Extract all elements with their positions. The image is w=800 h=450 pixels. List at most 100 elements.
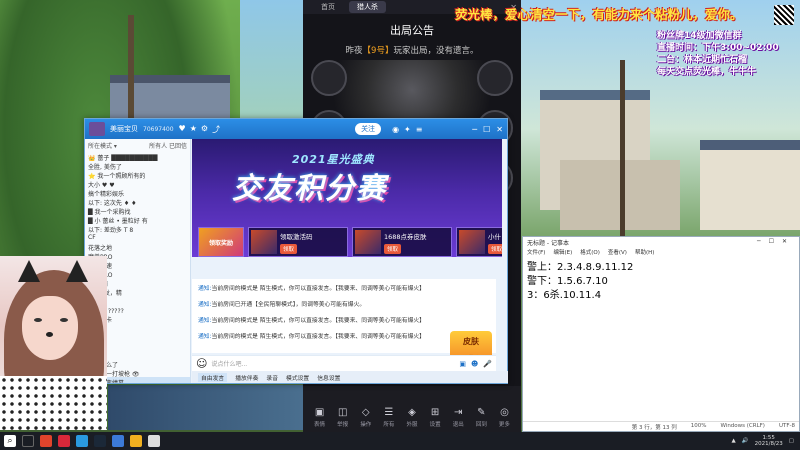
menu-item[interactable]: 查看(V) bbox=[608, 248, 627, 256]
notepad-line: 3：6杀.10.11.4 bbox=[527, 290, 602, 301]
notice-highlight: 【9号】 bbox=[362, 46, 394, 56]
toolbar-item[interactable]: 播放伴奏 bbox=[235, 373, 258, 382]
maximize-icon[interactable]: ☐ bbox=[483, 125, 490, 134]
app-icon[interactable] bbox=[76, 435, 88, 447]
sidebar-item[interactable]: 以下: 差劲多 T 8 bbox=[85, 224, 190, 233]
notification-icon[interactable]: ▢ bbox=[789, 438, 794, 444]
app-icon[interactable] bbox=[130, 435, 142, 447]
sidebar-item[interactable]: ⭐ 我一个照顾所有的 bbox=[85, 170, 190, 179]
app-icon[interactable] bbox=[40, 435, 52, 447]
phone-action-button[interactable]: ◇ 操作 bbox=[355, 407, 376, 428]
sidebar-item[interactable]: █ 我一个采购找 bbox=[85, 206, 190, 215]
promo-thumbnail bbox=[251, 230, 277, 254]
phone-action-button[interactable]: ⇥ 退出 bbox=[448, 407, 469, 428]
notepad-statusbar: 第 3 行，第 13 列 100% Windows (CRLF) UTF-8 bbox=[523, 421, 799, 431]
phone-action-button[interactable]: ▣ 表情 bbox=[309, 407, 330, 428]
window-controls[interactable]: ─☐✕ bbox=[757, 238, 795, 246]
game-icon[interactable]: ◉ bbox=[392, 125, 399, 134]
phone-action-label: 回到 bbox=[475, 422, 487, 428]
menu-item[interactable]: 编辑(E) bbox=[553, 248, 572, 256]
room-toolbar: 自由发言 播放伴奏 录音 模式设置 信息设置 bbox=[192, 371, 508, 383]
player-seat[interactable] bbox=[311, 60, 347, 96]
emoji-icon[interactable]: ☺ bbox=[196, 357, 207, 370]
toolbar-item[interactable]: 录音 bbox=[266, 373, 278, 382]
sidebar-item[interactable]: █ 小 蕾丝 • 墨粒好 有 bbox=[85, 215, 190, 224]
phone-action-button[interactable]: ✎ 回到 bbox=[471, 407, 492, 428]
menu-item[interactable]: 格式(O) bbox=[580, 248, 600, 256]
toolbar-item[interactable]: 信息设置 bbox=[317, 373, 340, 382]
promo-card[interactable]: 1688点券皮肤 领取 bbox=[352, 227, 452, 257]
announcement-title: 出局公告 bbox=[390, 24, 434, 37]
search-icon[interactable]: ⌕ bbox=[4, 435, 16, 447]
phone-action-button[interactable]: ☰ 所有 bbox=[378, 407, 399, 428]
mode-selector[interactable]: 所在模式 ▾ bbox=[88, 141, 117, 150]
claim-button[interactable]: 领取 bbox=[488, 243, 502, 254]
app-icon[interactable] bbox=[58, 435, 70, 447]
gift-icon[interactable]: ✦ bbox=[404, 125, 411, 134]
star-icon[interactable]: ★ bbox=[190, 124, 197, 135]
minimize-icon[interactable]: ─ bbox=[472, 125, 477, 134]
promo-title: 交友积分赛 bbox=[232, 171, 388, 205]
notepad-text[interactable]: 警上：2.3.4.8.9.11.12 警下：1.5.6.7.10 3：6杀.10.1… bbox=[523, 257, 799, 307]
steam-icon[interactable] bbox=[94, 435, 106, 447]
sidebar-item[interactable]: 全胜, 美伤了 bbox=[85, 161, 190, 170]
close-icon[interactable]: ✕ bbox=[496, 125, 503, 134]
sidebar-filter[interactable]: 所有人 已回信 bbox=[149, 141, 187, 150]
promo-banner[interactable]: 2021星光盛典 交友积分赛 领取奖励 领取激活码 领取 1688点券皮肤 领取 小什 领取 bbox=[192, 139, 502, 257]
heart-icon[interactable]: ♥ bbox=[179, 124, 186, 135]
promo-card-title: 1688点券皮肤 bbox=[384, 232, 427, 241]
chat-input[interactable]: 说点什么吧... bbox=[211, 359, 247, 368]
room-avatar[interactable] bbox=[89, 122, 105, 136]
phone-action-button[interactable]: ◈ 外服 bbox=[401, 407, 422, 428]
background-house bbox=[700, 140, 800, 230]
claim-button[interactable]: 领取 bbox=[384, 243, 402, 254]
message-tag: 通知: bbox=[198, 302, 212, 308]
sidebar-item[interactable]: 搞个精彩娱乐 bbox=[85, 188, 190, 197]
chat-message: 通知:当前房间的模式是 陌生模式，你可以直接发言。【我要来、同调等美心可能有爆火… bbox=[198, 331, 490, 340]
sidebar-item[interactable]: 大小 ♥ ♥ bbox=[85, 179, 190, 188]
sidebar-item[interactable]: 花落之地 bbox=[85, 242, 190, 251]
notepad-icon[interactable] bbox=[148, 435, 160, 447]
message-text: 当前房间已开通【全民陪聊模式】，同调等美心可能有爆火。 bbox=[211, 302, 366, 308]
phone-action-button[interactable]: ◎ 更多 bbox=[494, 407, 515, 428]
notice-suffix: 玩家出局，没有遗言。 bbox=[393, 46, 479, 56]
menu-item[interactable]: 帮助(H) bbox=[635, 248, 654, 256]
clock[interactable]: 1:55 2021/8/23 bbox=[755, 435, 783, 447]
toolbar-item[interactable]: 模式设置 bbox=[286, 373, 309, 382]
sidebar-item[interactable]: 👑 蕾子 ██████████ bbox=[85, 152, 190, 161]
status-item: 第 3 行，第 13 列 bbox=[631, 425, 677, 431]
player-seat[interactable] bbox=[477, 60, 513, 96]
notice-prefix: 昨夜 bbox=[345, 46, 363, 56]
phone-action-button[interactable]: ◫ 举报 bbox=[332, 407, 353, 428]
menu-icon[interactable]: ≡ bbox=[416, 125, 423, 134]
toolbar-item[interactable]: 自由发言 bbox=[198, 372, 228, 382]
task-view-icon[interactable] bbox=[22, 435, 34, 447]
volume-icon[interactable]: 🔊 bbox=[742, 438, 749, 444]
notepad-line: 警上：2.3.4.8.9.11.12 bbox=[527, 262, 634, 273]
claim-button[interactable]: 领取 bbox=[280, 243, 298, 254]
sidebar-item[interactable]: CF bbox=[85, 233, 190, 242]
notepad-line: 警下：1.5.6.7.10 bbox=[527, 276, 608, 287]
promo-card-text: 小什 领取 bbox=[488, 231, 502, 254]
gear-icon[interactable]: ⚙ bbox=[201, 124, 208, 135]
system-tray: ▲ 🔊 1:55 2021/8/23 ▢ bbox=[732, 435, 800, 447]
tab-home[interactable]: 首页 bbox=[313, 1, 343, 13]
tab-room[interactable]: 猎人杀 bbox=[349, 1, 386, 13]
promo-card[interactable]: 领取奖励 bbox=[198, 227, 244, 257]
follow-button[interactable]: 关注 bbox=[355, 123, 382, 135]
app-icon[interactable] bbox=[112, 435, 124, 447]
smile-icon[interactable]: ☻ bbox=[471, 360, 478, 368]
mic-icon[interactable]: 🎤 bbox=[483, 360, 492, 368]
promo-card[interactable]: 小什 领取 bbox=[456, 227, 502, 257]
share-icon[interactable]: ⤴ bbox=[212, 124, 220, 135]
sidebar-item[interactable]: 以下: 这次先 ♦ ♦ bbox=[85, 197, 190, 206]
menu-item[interactable]: 文件(F) bbox=[527, 248, 545, 256]
promo-card-title: 领取激活码 bbox=[280, 232, 313, 241]
phone-action-label: 举报 bbox=[337, 422, 349, 428]
phone-action-icon: ▣ bbox=[314, 407, 325, 418]
phone-action-button[interactable]: ⊞ 设置 bbox=[425, 407, 446, 428]
network-icon[interactable]: ▲ bbox=[732, 438, 736, 444]
phone-action-label: 设置 bbox=[429, 422, 441, 428]
promo-card[interactable]: 领取激活码 领取 bbox=[248, 227, 348, 257]
image-icon[interactable]: ▣ bbox=[459, 360, 466, 368]
